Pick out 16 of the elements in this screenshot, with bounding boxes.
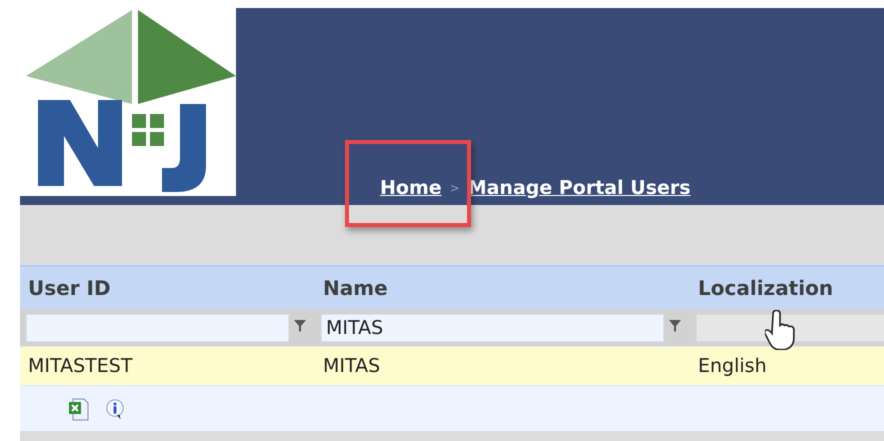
column-header[interactable]: Localization [690, 276, 884, 300]
table-cell-text: English [697, 355, 768, 377]
breadcrumb-link[interactable]: Home [380, 177, 442, 199]
column-header[interactable]: User ID [20, 276, 315, 300]
table-cell-text: MITASTEST [27, 355, 134, 377]
spreadsheet-icon[interactable] [68, 396, 90, 420]
filter-field[interactable]: MITAS [321, 314, 664, 342]
filter-field[interactable] [26, 314, 289, 342]
filter-icon[interactable] [668, 318, 682, 332]
filter-icon[interactable] [293, 318, 307, 332]
hand-cursor-icon [765, 310, 795, 350]
info-icon[interactable] [104, 396, 126, 420]
table-cell-text: MITAS [322, 355, 382, 377]
column-header[interactable]: Name [315, 276, 690, 300]
breadcrumb-separator: > [450, 181, 460, 195]
breadcrumb-link[interactable]: Manage Portal Users [468, 177, 691, 199]
